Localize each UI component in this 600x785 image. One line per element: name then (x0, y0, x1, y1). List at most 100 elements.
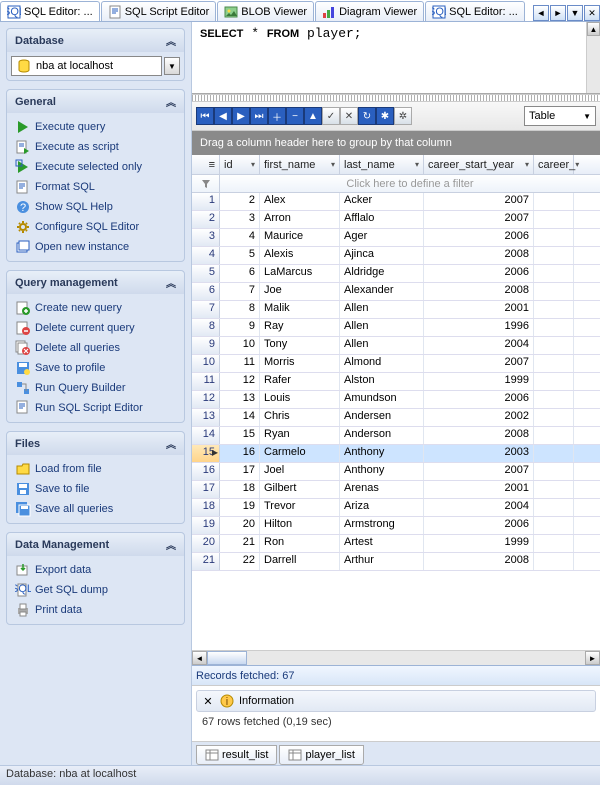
nav-last-button[interactable]: ⏭ (250, 107, 268, 125)
cell-career_[interactable] (534, 211, 574, 228)
cell-id[interactable]: 16 (220, 445, 260, 462)
cell-last_name[interactable]: Arenas (340, 481, 424, 498)
cell-career_[interactable] (534, 409, 574, 426)
cell-first_name[interactable]: LaMarcus (260, 265, 340, 282)
cell-career_start_year[interactable]: 2001 (424, 301, 534, 318)
tab-sql-script-editor[interactable]: SQL Script Editor (101, 1, 217, 21)
table-row[interactable]: 1213LouisAmundson2006 (192, 391, 600, 409)
column-header-career_[interactable]: career_▾ (534, 155, 574, 174)
edit-record-button[interactable]: ▲ (304, 107, 322, 125)
cell-last_name[interactable]: Arthur (340, 553, 424, 570)
table-row[interactable]: 1415RyanAnderson2008 (192, 427, 600, 445)
sidebar-item-export-data[interactable]: Export data (11, 560, 180, 580)
cell-last_name[interactable]: Allen (340, 319, 424, 336)
cell-last_name[interactable]: Ager (340, 229, 424, 246)
panel-header-datamgmt[interactable]: Data Management︽ (7, 533, 184, 556)
table-row[interactable]: 12AlexAcker2007 (192, 193, 600, 211)
cell-career_start_year[interactable]: 2004 (424, 499, 534, 516)
cell-career_[interactable] (534, 229, 574, 246)
cell-career_start_year[interactable]: 2002 (424, 409, 534, 426)
group-by-header[interactable]: Drag a column header here to group by th… (192, 131, 600, 155)
cell-id[interactable]: 6 (220, 265, 260, 282)
tab-sql-editor-1[interactable]: SQLSQL Editor: ... (0, 1, 100, 21)
cell-career_[interactable] (534, 301, 574, 318)
cell-first_name[interactable]: Chris (260, 409, 340, 426)
grid-hscrollbar[interactable]: ◄► (192, 650, 600, 665)
cell-id[interactable]: 15 (220, 427, 260, 444)
cell-last_name[interactable]: Anthony (340, 445, 424, 462)
cell-last_name[interactable]: Alston (340, 373, 424, 390)
cell-id[interactable]: 17 (220, 463, 260, 480)
sidebar-item-show-sql-help[interactable]: ?Show SQL Help (11, 197, 180, 217)
tab-close[interactable]: ✕ (584, 5, 600, 21)
cell-first_name[interactable]: Trevor (260, 499, 340, 516)
table-row[interactable]: 2122DarrellArthur2008 (192, 553, 600, 571)
cell-career_start_year[interactable]: 2001 (424, 481, 534, 498)
cell-career_start_year[interactable]: 2004 (424, 337, 534, 354)
cell-career_[interactable] (534, 535, 574, 552)
cell-first_name[interactable]: Ryan (260, 427, 340, 444)
cell-career_[interactable] (534, 247, 574, 264)
cell-career_[interactable] (534, 481, 574, 498)
delete-record-button[interactable]: − (286, 107, 304, 125)
cell-last_name[interactable]: Andersen (340, 409, 424, 426)
cell-id[interactable]: 18 (220, 481, 260, 498)
cell-last_name[interactable]: Aldridge (340, 265, 424, 282)
table-row[interactable]: 1819TrevorAriza2004 (192, 499, 600, 517)
cell-id[interactable]: 9 (220, 319, 260, 336)
cell-last_name[interactable]: Afflalo (340, 211, 424, 228)
cell-career_start_year[interactable]: 1996 (424, 319, 534, 336)
cell-career_start_year[interactable]: 2008 (424, 247, 534, 264)
cell-first_name[interactable]: Darrell (260, 553, 340, 570)
cell-career_start_year[interactable]: 2008 (424, 283, 534, 300)
cell-id[interactable]: 11 (220, 355, 260, 372)
sidebar-item-save-to-file[interactable]: Save to file (11, 479, 180, 499)
table-row[interactable]: 2021RonArtest1999 (192, 535, 600, 553)
sidebar-item-create-new-query[interactable]: Create new query (11, 298, 180, 318)
cell-first_name[interactable]: Louis (260, 391, 340, 408)
table-row[interactable]: 1314ChrisAndersen2002 (192, 409, 600, 427)
cell-career_[interactable] (534, 463, 574, 480)
panel-header-query[interactable]: Query management︽ (7, 271, 184, 294)
view-mode-select[interactable]: Table▼ (524, 106, 596, 126)
sidebar-item-delete-current-query[interactable]: Delete current query (11, 318, 180, 338)
cell-last_name[interactable]: Anderson (340, 427, 424, 444)
column-header-id[interactable]: id▾ (220, 155, 260, 174)
sidebar-item-execute-as-script[interactable]: Execute as script (11, 137, 180, 157)
database-select-box[interactable]: nba at localhost (11, 56, 162, 76)
panel-header-database[interactable]: Database︽ (7, 29, 184, 52)
tabs-scroll-right[interactable]: ► (550, 5, 566, 21)
cell-career_start_year[interactable]: 2007 (424, 193, 534, 210)
cell-first_name[interactable]: Alex (260, 193, 340, 210)
cell-first_name[interactable]: Maurice (260, 229, 340, 246)
cell-career_[interactable] (534, 319, 574, 336)
table-row[interactable]: 1011MorrisAlmond2007 (192, 355, 600, 373)
options-button[interactable]: ✲ (394, 107, 412, 125)
cell-last_name[interactable]: Allen (340, 337, 424, 354)
column-header-career_start_year[interactable]: career_start_year▾ (424, 155, 534, 174)
column-filter-dropdown[interactable]: ▾ (331, 160, 335, 169)
cell-career_[interactable] (534, 445, 574, 462)
cell-career_[interactable] (534, 427, 574, 444)
cell-career_[interactable] (534, 193, 574, 210)
column-filter-dropdown[interactable]: ▾ (575, 160, 579, 169)
tab-diagram-viewer[interactable]: Diagram Viewer (315, 1, 424, 21)
cell-id[interactable]: 12 (220, 373, 260, 390)
sidebar-item-load-from-file[interactable]: Load from file (11, 459, 180, 479)
cell-career_[interactable] (534, 499, 574, 516)
cell-career_start_year[interactable]: 2006 (424, 391, 534, 408)
nav-next-button[interactable]: ▶ (232, 107, 250, 125)
cell-first_name[interactable]: Joel (260, 463, 340, 480)
filter-icon[interactable] (192, 175, 220, 192)
cell-last_name[interactable]: Allen (340, 301, 424, 318)
cell-last_name[interactable]: Artest (340, 535, 424, 552)
sidebar-item-save-to-profile[interactable]: Save to profile (11, 358, 180, 378)
column-header-last_name[interactable]: last_name▾ (340, 155, 424, 174)
sidebar-item-format-sql[interactable]: Format SQL (11, 177, 180, 197)
cell-first_name[interactable]: Hilton (260, 517, 340, 534)
cell-last_name[interactable]: Acker (340, 193, 424, 210)
cell-first_name[interactable]: Arron (260, 211, 340, 228)
sidebar-item-run-sql-script-editor[interactable]: Run SQL Script Editor (11, 398, 180, 418)
column-filter-dropdown[interactable]: ▾ (525, 160, 529, 169)
cell-id[interactable]: 7 (220, 283, 260, 300)
